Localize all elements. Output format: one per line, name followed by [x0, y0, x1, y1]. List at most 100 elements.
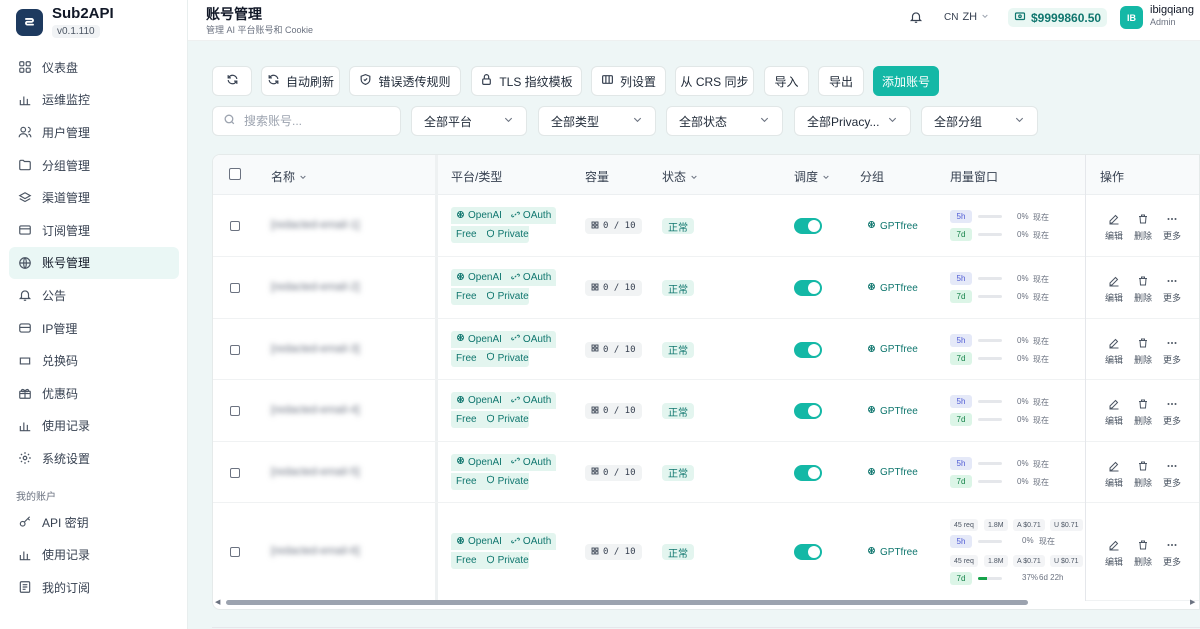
sidebar-item-groups[interactable]: 分组管理: [9, 149, 179, 182]
delete-button[interactable]: 删除: [1134, 539, 1152, 568]
status-badge: 正常: [662, 544, 694, 560]
row-checkbox[interactable]: [230, 344, 240, 355]
row-checkbox[interactable]: [230, 283, 240, 293]
balance-badge[interactable]: $9999860.50: [1008, 8, 1108, 27]
user-role: Admin: [1150, 17, 1176, 27]
search-box[interactable]: [212, 106, 401, 136]
refresh-button[interactable]: [212, 66, 252, 96]
group-filter-select[interactable]: 全部分组: [921, 106, 1038, 136]
sidebar-item-label: 兑换码: [42, 354, 79, 369]
sidebar-item-channels[interactable]: 渠道管理: [9, 181, 179, 214]
link-icon: [511, 395, 520, 407]
user-cost: U $0.71: [1050, 519, 1083, 531]
action-label: 编辑: [1105, 557, 1124, 567]
sidebar-item-label: 使用记录: [42, 548, 91, 563]
avatar[interactable]: IB: [1120, 6, 1143, 29]
sidebar-item-settings[interactable]: 系统设置: [9, 442, 179, 475]
account-name: [redacted-email-4]: [271, 404, 360, 416]
sidebar-item-usage-logs[interactable]: 使用记录: [9, 410, 179, 443]
row-checkbox[interactable]: [230, 221, 240, 231]
edit-button[interactable]: 编辑: [1105, 460, 1123, 489]
scroll-left-icon[interactable]: ◀: [215, 598, 220, 606]
delete-button[interactable]: 删除: [1134, 398, 1152, 427]
key-icon: [17, 514, 33, 530]
column-settings-button[interactable]: 列设置: [591, 66, 666, 96]
sidebar-item-ip[interactable]: IP管理: [9, 312, 179, 345]
edit-button[interactable]: 编辑: [1105, 539, 1123, 568]
privacy-filter-select[interactable]: 全部Privacy...: [794, 106, 911, 136]
more-button[interactable]: 更多: [1163, 337, 1181, 366]
row-checkbox[interactable]: [230, 547, 240, 557]
platform-label: OpenAI: [468, 456, 502, 468]
edit-button[interactable]: 编辑: [1105, 337, 1123, 366]
actions-column: 操作 编辑 删除 更多 编辑 删除 更多 编辑 删除 更多 编辑 删除 更多 编辑 删除 更多 编辑 删除 更多: [1086, 155, 1199, 609]
more-button[interactable]: 更多: [1163, 460, 1181, 489]
notification-bell-icon[interactable]: [909, 10, 925, 26]
language-switcher[interactable]: CN ZH: [944, 11, 989, 23]
platform-filter-select[interactable]: 全部平台: [411, 106, 527, 136]
status-filter-select[interactable]: 全部状态: [666, 106, 783, 136]
sidebar-item-announcements[interactable]: 公告: [9, 279, 179, 312]
sidebar-item-accounts[interactable]: 账号管理: [9, 246, 179, 280]
delete-button[interactable]: 删除: [1134, 213, 1152, 242]
schedule-toggle[interactable]: [794, 341, 822, 358]
edit-button[interactable]: 编辑: [1105, 398, 1123, 427]
sidebar-item-api-keys[interactable]: API 密钥: [9, 506, 179, 539]
column-header-name[interactable]: 名称: [271, 168, 307, 185]
sidebar-item-my-subscriptions[interactable]: 我的订阅: [9, 571, 179, 604]
status-badge: 正常: [662, 403, 694, 419]
schedule-toggle[interactable]: [794, 280, 822, 296]
row-checkbox[interactable]: [230, 467, 240, 478]
column-header-schedule[interactable]: 调度: [794, 168, 830, 185]
edit-button[interactable]: 编辑: [1105, 275, 1123, 304]
horizontal-scrollbar[interactable]: ◀ ▶: [212, 598, 1200, 606]
table-row: [redacted-email-4] OpenAI OAuth Free Private…: [213, 380, 1199, 442]
more-button[interactable]: 更多: [1163, 398, 1181, 427]
link-icon: [511, 536, 520, 548]
sidebar-item-dashboard[interactable]: 仪表盘: [9, 51, 179, 84]
crs-sync-button[interactable]: 从 CRS 同步: [675, 66, 754, 96]
sidebar-item-promo[interactable]: 优惠码: [9, 377, 179, 410]
delete-button[interactable]: 删除: [1134, 460, 1152, 489]
search-input[interactable]: [244, 114, 384, 128]
import-button[interactable]: 导入: [764, 66, 809, 96]
auto-refresh-button[interactable]: 自动刷新: [261, 66, 340, 96]
schedule-toggle[interactable]: [794, 464, 822, 481]
sidebar-item-ops-monitor[interactable]: 运维监控: [9, 84, 179, 117]
auth-type-label: OAuth: [522, 272, 552, 283]
sidebar-item-redeem[interactable]: 兑换码: [9, 344, 179, 377]
edit-icon: [1108, 460, 1120, 474]
column-header-capacity: 容量: [585, 170, 610, 184]
usage-reset-time: 现在: [1033, 354, 1049, 364]
sidebar-item-my-usage[interactable]: 使用记录: [9, 538, 179, 571]
scrollbar-thumb[interactable]: [226, 600, 1028, 605]
row-checkbox[interactable]: [230, 406, 240, 416]
more-button[interactable]: 更多: [1163, 213, 1181, 242]
user-info[interactable]: ibigqiang Admin: [1150, 4, 1194, 27]
type-filter-select[interactable]: 全部类型: [538, 106, 656, 136]
sidebar-item-subscriptions[interactable]: 订阅管理: [9, 214, 179, 247]
subscription-icon: [17, 579, 33, 595]
add-account-button[interactable]: 添加账号: [873, 66, 939, 96]
scroll-right-icon[interactable]: ▶: [1190, 598, 1195, 606]
usage-window-badge: 7d: [950, 572, 972, 585]
action-label: 删除: [1134, 557, 1153, 567]
more-button[interactable]: 更多: [1163, 275, 1181, 304]
export-button[interactable]: 导出: [818, 66, 864, 96]
schedule-toggle[interactable]: [794, 218, 822, 234]
schedule-toggle[interactable]: [794, 544, 822, 560]
sort-chevron-icon: [690, 170, 698, 184]
usage-percent: 0%: [1017, 397, 1029, 406]
sidebar-item-users[interactable]: 用户管理: [9, 116, 179, 149]
usage-progress-bar: [978, 400, 1002, 403]
column-header-status[interactable]: 状态: [662, 168, 698, 185]
delete-button[interactable]: 删除: [1134, 337, 1152, 366]
token-count: 1.8M: [984, 555, 1008, 567]
error-rules-button[interactable]: 错误透传规则: [349, 66, 461, 96]
schedule-toggle[interactable]: [794, 403, 822, 419]
edit-button[interactable]: 编辑: [1105, 213, 1123, 242]
delete-button[interactable]: 删除: [1134, 275, 1152, 304]
select-all-checkbox[interactable]: [229, 168, 241, 180]
tls-template-button[interactable]: TLS 指纹模板: [471, 66, 582, 96]
more-button[interactable]: 更多: [1163, 539, 1181, 568]
